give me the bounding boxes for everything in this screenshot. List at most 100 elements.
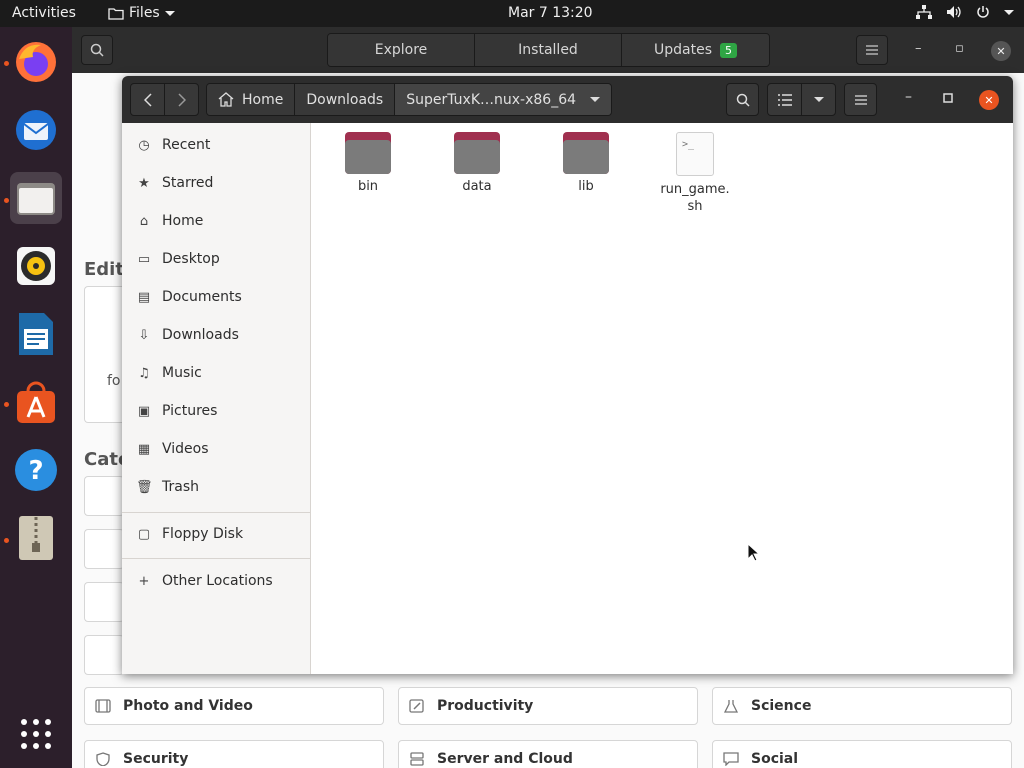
search-button[interactable] [726,83,759,116]
list-view-icon [777,93,792,106]
breadcrumb-downloads[interactable]: Downloads [295,84,396,115]
script-glyph: >_ [682,139,695,150]
sidebar-divider [122,512,311,513]
tab-explore[interactable]: Explore [328,34,475,66]
libreoffice-writer-icon[interactable] [10,308,62,360]
close-button[interactable]: ✕ [979,90,999,110]
help-icon[interactable]: ? [10,444,62,496]
tab-installed[interactable]: Installed [475,34,622,66]
chevron-down-icon [164,10,175,16]
category-label: Server and Cloud [437,751,573,767]
sidebar-item-floppy-disk[interactable]: ▢ Floppy Disk [122,515,311,553]
chevron-down-icon [813,97,824,102]
sidebar-item-other-locations[interactable]: + Other Locations [122,562,311,600]
hamburger-icon [866,45,878,55]
file-name: data [462,179,492,194]
maximize-button[interactable]: ▫ [955,41,964,56]
updates-badge: 5 [720,42,737,58]
maximize-icon [943,93,953,103]
running-indicator [4,402,9,407]
view-options-button[interactable] [801,83,836,116]
tab-updates[interactable]: Updates 5 [622,34,769,66]
category-label: Science [751,698,812,714]
category-server-and-cloud[interactable]: Server and Cloud [398,740,698,768]
category-card[interactable] [84,529,124,569]
archive-icon[interactable] [10,512,62,564]
view-list-button[interactable] [767,83,802,116]
svg-text:?: ? [28,456,43,486]
breadcrumb-home[interactable]: Home [207,84,296,115]
editor-pick-card[interactable]: fo [84,286,124,423]
running-indicator [4,61,9,66]
category-card[interactable] [84,635,124,675]
file-item[interactable]: >_ run_game. sh [649,132,741,215]
close-icon: ✕ [984,93,994,107]
rhythmbox-icon[interactable] [10,240,62,292]
show-applications-button[interactable] [10,708,62,760]
category-label: Social [751,751,799,767]
software-center-icon[interactable] [10,376,62,428]
card-text: fo [107,373,121,389]
clock[interactable]: Mar 7 13:20 [508,5,593,21]
firefox-icon[interactable] [10,36,62,88]
chevron-down-icon [1004,9,1014,15]
sidebar-item-pictures[interactable]: ▣ Pictures [122,392,311,430]
trash-icon: 🗑︎ [136,479,153,495]
back-button[interactable] [130,83,165,116]
sidebar-item-recent[interactable]: ◷ Recent [122,126,311,164]
sidebar-item-label: Home [162,213,204,229]
sidebar-item-desktop[interactable]: ▭ Desktop [122,240,311,278]
file-view[interactable]: bin data lib >_ run_game. sh [312,123,1013,674]
document-icon: ▤ [137,289,151,305]
minimize-button[interactable]: – [915,41,922,56]
maximize-button[interactable] [943,91,953,107]
category-photo-and-video[interactable]: Photo and Video [84,687,384,725]
file-name: bin [357,179,379,194]
sidebar-item-videos[interactable]: ▦ Videos [122,430,311,468]
sidebar-item-documents[interactable]: ▤ Documents [122,278,311,316]
main-menu-button[interactable] [844,83,877,116]
chevron-down-icon [590,97,601,102]
sidebar-item-label: Recent [162,137,211,153]
folder-item[interactable]: lib [540,132,632,194]
minimize-button[interactable]: – [905,89,912,105]
thunderbird-icon[interactable] [10,104,62,156]
sidebar-item-home[interactable]: ⌂ Home [122,202,311,240]
network-icon [916,5,932,19]
sidebar-item-label: Videos [162,441,209,457]
category-card[interactable] [84,582,124,622]
sidebar-item-music[interactable]: ♫ Music [122,354,311,392]
chevron-right-icon [177,92,186,107]
app-menu[interactable]: Files [108,5,175,21]
server-icon [410,752,424,766]
category-social[interactable]: Social [712,740,1012,768]
search-icon [736,93,750,107]
volume-icon [947,6,961,18]
close-button[interactable]: ✕ [991,41,1011,61]
activities-button[interactable]: Activities [12,5,76,21]
places-sidebar: ◷ Recent ★ Starred ⌂ Home ▭ Desktop ▤ Do… [122,123,311,674]
tab-label: Explore [374,42,428,58]
sidebar-item-trash[interactable]: 🗑︎ Trash [122,468,311,506]
category-science[interactable]: Science [712,687,1012,725]
forward-button[interactable] [164,83,199,116]
category-productivity[interactable]: Productivity [398,687,698,725]
folder-item[interactable]: data [431,132,523,194]
category-card[interactable] [84,476,124,516]
sidebar-item-starred[interactable]: ★ Starred [122,164,311,202]
files-icon[interactable] [10,172,62,224]
file-name: run_game. sh [660,182,730,214]
category-security[interactable]: Security [84,740,384,768]
mouse-cursor-icon [747,543,761,562]
sidebar-item-label: Trash [162,479,199,495]
menu-button[interactable] [856,35,888,65]
folder-item[interactable]: bin [322,132,414,194]
hamburger-icon [854,94,867,105]
sidebar-item-label: Desktop [162,251,220,267]
sidebar-item-downloads[interactable]: ⇩ Downloads [122,316,311,354]
system-tray[interactable] [916,5,1014,19]
breadcrumb-current-folder[interactable]: SuperTuxK…nux-x86_64 [395,84,612,115]
download-icon: ⇩ [138,327,150,343]
sidebar-item-label: Downloads [162,327,239,343]
search-button[interactable] [81,35,113,65]
